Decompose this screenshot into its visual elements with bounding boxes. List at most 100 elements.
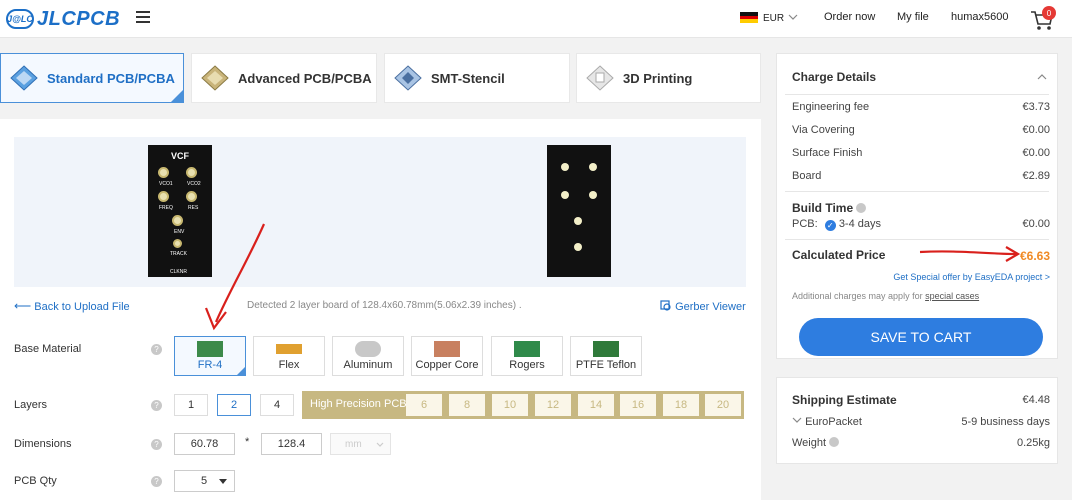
gerber-viewer-link[interactable]: Gerber Viewer	[660, 300, 746, 313]
dimension-height-input[interactable]: 128.4	[261, 433, 322, 455]
tab-advanced-pcb[interactable]: Advanced PCB/PCBA	[191, 53, 377, 103]
material-flex[interactable]: Flex	[253, 336, 325, 376]
charge-label: Via Covering	[792, 124, 855, 136]
hp-layer-option[interactable]: 18	[663, 394, 699, 416]
rogers-swatch-icon	[514, 341, 540, 357]
detected-board-text: Detected 2 layer board of 128.4x60.78mm(…	[247, 300, 522, 311]
cart-button[interactable]: 0	[1030, 6, 1056, 32]
nav-my-file[interactable]: My file	[897, 11, 929, 23]
material-label: FR-4	[197, 359, 223, 371]
hamburger-menu-icon[interactable]	[136, 11, 150, 23]
qty-value: 5	[201, 475, 208, 487]
hp-layer-option[interactable]: 6	[406, 394, 442, 416]
help-icon[interactable]	[856, 203, 867, 213]
high-precision-label: High Precision PCB	[310, 398, 407, 410]
tab-standard-pcb[interactable]: Standard PCB/PCBA	[0, 53, 184, 103]
pcb-label: FREQ	[159, 205, 173, 211]
pcb-knob	[186, 191, 197, 202]
pcb-qty-select[interactable]: 5	[174, 470, 235, 492]
help-icon[interactable]: ?	[151, 344, 162, 355]
charge-row-via-covering: Via Covering €0.00	[792, 124, 1050, 136]
charge-value: €3.73	[1022, 101, 1050, 113]
pcb-qty-label: PCB Qty	[14, 475, 57, 487]
selected-check-icon	[236, 366, 246, 376]
jlcpcb-logo[interactable]: J@LC JLCPCB	[6, 7, 120, 31]
shipping-estimate-panel: Shipping Estimate €4.48 EuroPacket 5-9 b…	[776, 377, 1058, 464]
build-pcb-label: PCB:	[792, 218, 818, 230]
pcb-pad	[589, 163, 597, 171]
dimension-width-input[interactable]: 60.78	[174, 433, 235, 455]
pcb-pad	[574, 243, 582, 251]
build-price: €0.00	[1022, 218, 1050, 230]
tab-label: 3D Printing	[623, 70, 693, 86]
tab-label: Advanced PCB/PCBA	[238, 70, 372, 86]
material-fr4[interactable]: FR-4	[174, 336, 246, 376]
dimension-unit-select[interactable]: mm	[330, 433, 391, 455]
3d-printing-icon	[586, 65, 614, 91]
logo-text: JLCPCB	[37, 7, 121, 30]
pcb-jack	[173, 239, 182, 248]
special-offer-link[interactable]: Get Special offer by EasyEDA project >	[893, 272, 1050, 282]
tab-smt-stencil[interactable]: SMT-Stencil	[384, 53, 570, 103]
material-copper-core[interactable]: Copper Core	[411, 336, 483, 376]
material-label: Copper Core	[415, 359, 479, 371]
weight-label: Weight	[792, 437, 827, 449]
chevron-up-icon[interactable]	[1037, 73, 1047, 80]
help-icon[interactable]: ?	[151, 439, 162, 450]
weight-value: 0.25kg	[1016, 437, 1050, 449]
help-icon[interactable]	[829, 437, 840, 447]
material-rogers[interactable]: Rogers	[491, 336, 563, 376]
pcb-knob	[186, 167, 197, 178]
hp-layer-option[interactable]: 20	[705, 394, 741, 416]
shipping-time: 5-9 business days	[961, 416, 1050, 428]
pcb-knob	[172, 215, 183, 226]
pcb-pad	[561, 191, 569, 199]
hp-layer-option[interactable]: 8	[449, 394, 485, 416]
pcb-config-panel: VCF VCO1 VCO2 FREQ RES ENV TRACK CLKNR ⟵	[0, 119, 761, 500]
chevron-down-icon	[792, 417, 802, 423]
hp-layer-option[interactable]: 12	[535, 394, 571, 416]
back-to-upload-link[interactable]: ⟵ Back to Upload File	[14, 299, 130, 313]
material-ptfe-teflon[interactable]: PTFE Teflon	[570, 336, 642, 376]
ptfe-swatch-icon	[593, 341, 619, 357]
layer-option-1[interactable]: 1	[174, 394, 208, 416]
save-to-cart-button[interactable]: SAVE TO CART	[799, 318, 1043, 356]
layers-label: Layers	[14, 399, 48, 411]
currency-label[interactable]: EUR	[763, 13, 784, 24]
unit-value: mm	[345, 438, 362, 450]
germany-flag-icon[interactable]	[740, 12, 758, 23]
charge-details-title: Charge Details	[792, 70, 877, 84]
flex-swatch-icon	[276, 344, 302, 354]
arrow-left-icon: ⟵	[14, 299, 32, 313]
charge-row-board: Board €2.89	[792, 170, 1050, 182]
layer-option-2[interactable]: 2	[217, 394, 251, 416]
build-time-row[interactable]: PCB: ✓ 3-4 days €0.00	[792, 218, 1050, 231]
user-name[interactable]: humax5600	[951, 11, 1009, 23]
special-cases-link[interactable]: special cases	[925, 291, 979, 301]
caret-down-icon	[219, 479, 227, 484]
divider	[785, 94, 1049, 95]
pcb-title: VCF	[171, 151, 189, 161]
build-days: 3-4 days	[838, 218, 882, 230]
material-aluminum[interactable]: Aluminum	[332, 336, 404, 376]
chevron-down-icon	[376, 442, 384, 447]
tab-3d-printing[interactable]: 3D Printing	[576, 53, 761, 103]
additional-charges-note: Additional charges may apply for special…	[792, 291, 979, 301]
nav-order-now[interactable]: Order now	[824, 11, 875, 23]
radio-checked-icon: ✓	[824, 220, 836, 231]
shipping-method-row[interactable]: EuroPacket 5-9 business days	[792, 416, 1050, 428]
charge-details-panel: Charge Details Engineering fee €3.73 Via…	[776, 53, 1058, 359]
tab-label: Standard PCB/PCBA	[47, 70, 175, 86]
high-precision-pcb-group: High Precision PCB 6 8 10 12 14 16 18 20	[302, 391, 744, 419]
charge-label: Surface Finish	[792, 147, 863, 159]
charge-label: Board	[792, 170, 822, 182]
layer-option-4[interactable]: 4	[260, 394, 294, 416]
help-icon[interactable]: ?	[151, 476, 162, 487]
hp-layer-option[interactable]: 10	[492, 394, 528, 416]
hp-layer-option[interactable]: 16	[620, 394, 656, 416]
hp-layer-option[interactable]: 14	[578, 394, 614, 416]
pcb-label: RES	[188, 205, 199, 211]
advanced-pcb-icon	[201, 65, 229, 91]
help-icon[interactable]: ?	[151, 400, 162, 411]
chevron-down-icon[interactable]	[788, 13, 798, 21]
